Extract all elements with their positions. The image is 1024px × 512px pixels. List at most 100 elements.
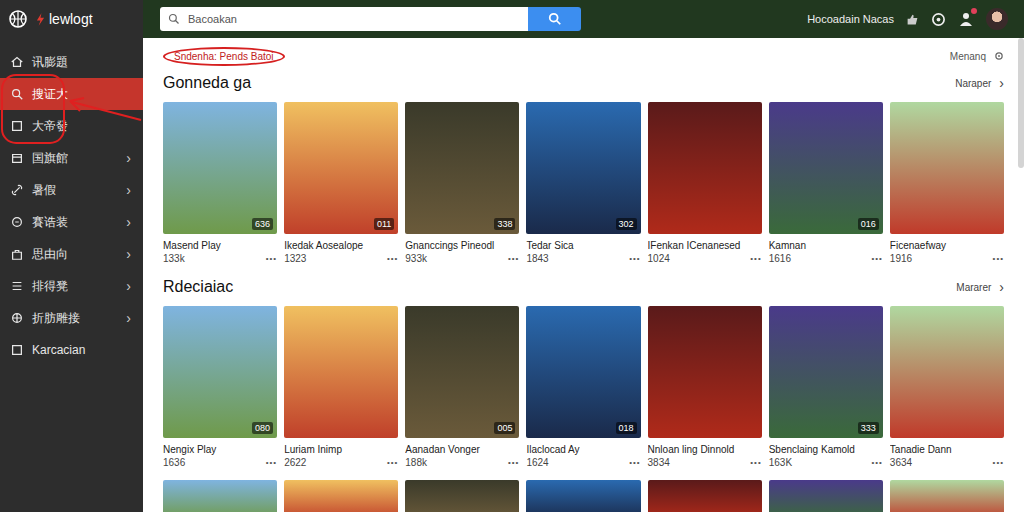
game-title: Gnanccings Pineodl <box>405 240 519 251</box>
menu-icon <box>10 87 24 101</box>
game-title: Nengix Play <box>163 444 277 455</box>
section-title: Rdeciaiac <box>163 278 233 296</box>
search-input[interactable]: Bacoakan <box>160 7 528 31</box>
game-title: Ficenaefway <box>890 240 1004 251</box>
search-button[interactable] <box>528 7 581 31</box>
sidebar-item[interactable]: 思由向 › <box>0 238 143 270</box>
count-badge: 005 <box>494 422 515 434</box>
game-cover[interactable] <box>526 480 640 512</box>
game-section: Rdeciaiac Mararer› 080 Nengix Play 1636 … <box>163 278 1004 468</box>
menu-icon[interactable]: ••• <box>387 458 398 467</box>
menu-icon[interactable]: ••• <box>871 458 882 467</box>
scrollbar[interactable] <box>1018 38 1024 168</box>
sidebar-item[interactable]: 賽诰装 › <box>0 206 143 238</box>
game-card[interactable]: 016 Kamnan 1616 ••• <box>769 102 883 264</box>
menu-icon[interactable]: ••• <box>629 458 640 467</box>
game-cover[interactable] <box>284 480 398 512</box>
app-window: lewlogt 讯膨題 搜证大 大帝發 国旗館 › 暑假 › 賽诰装 › 思由向… <box>0 0 1024 512</box>
game-title: Ikedak Aosealope <box>284 240 398 251</box>
filter-label[interactable]: Sndenha: Pends Batoi <box>163 47 285 66</box>
avatar[interactable] <box>986 8 1008 30</box>
game-card[interactable]: Ficenaefway 1916 ••• <box>890 102 1004 264</box>
game-title: IFenkan ICenanesed <box>648 240 762 251</box>
game-card[interactable]: 338 Gnanccings Pineodl 933k ••• <box>405 102 519 264</box>
gear-icon <box>994 51 1004 61</box>
game-title: Nnloan ling Dinnold <box>648 444 762 455</box>
sidebar-item[interactable]: 大帝發 <box>0 110 143 142</box>
menu-icon <box>10 215 24 229</box>
game-card[interactable]: 018 Ilaclocad Ay 1624 ••• <box>526 306 640 468</box>
count-badge: 333 <box>858 422 879 434</box>
menu-icon[interactable]: ••• <box>993 458 1004 467</box>
game-title: Aanadan Vonger <box>405 444 519 455</box>
search-bar: Bacoakan <box>160 7 581 31</box>
chevron-icon: › <box>126 150 131 166</box>
menu-icon[interactable]: ••• <box>629 254 640 263</box>
annotation-arrow-icon <box>0 38 143 198</box>
play-count: 3834 <box>648 457 670 468</box>
game-cover[interactable] <box>405 480 519 512</box>
game-cover <box>890 102 1004 234</box>
thumb-icon[interactable] <box>906 13 919 26</box>
game-title: Luriam Inimp <box>284 444 398 455</box>
manage-button[interactable]: Menanq <box>950 51 1004 62</box>
game-card[interactable]: Luriam Inimp 2622 ••• <box>284 306 398 468</box>
menu-icon[interactable]: ••• <box>750 254 761 263</box>
game-cover: 011 <box>284 102 398 234</box>
sidebar-item[interactable]: 暑假 › <box>0 174 143 206</box>
game-card[interactable]: 005 Aanadan Vonger 188k ••• <box>405 306 519 468</box>
sidebar-item[interactable]: 折肪雕接 › <box>0 302 143 334</box>
menu-icon[interactable]: ••• <box>508 254 519 263</box>
menu-icon <box>10 343 24 357</box>
menu-icon[interactable]: ••• <box>266 254 277 263</box>
game-card[interactable]: 011 Ikedak Aosealope 1323 ••• <box>284 102 398 264</box>
more-link[interactable]: Mararer› <box>956 279 1004 295</box>
play-count: 2622 <box>284 457 306 468</box>
bolt-icon <box>36 13 45 26</box>
game-title: Kamnan <box>769 240 883 251</box>
game-cover: 016 <box>769 102 883 234</box>
game-cover: 333 <box>769 306 883 438</box>
sidebar-item[interactable]: Karcacian <box>0 334 143 366</box>
game-cover <box>284 306 398 438</box>
sidebar-item[interactable]: 国旗館 › <box>0 142 143 174</box>
more-link[interactable]: Naraper› <box>955 75 1004 91</box>
logo[interactable]: lewlogt <box>0 0 143 38</box>
chevron-icon: › <box>126 246 131 262</box>
play-count: 163K <box>769 457 792 468</box>
count-badge: 018 <box>616 422 637 434</box>
game-card[interactable]: 302 Tedar Sica 1843 ••• <box>526 102 640 264</box>
play-count: 1624 <box>526 457 548 468</box>
play-count: 1843 <box>526 253 548 264</box>
menu-icon[interactable]: ••• <box>266 458 277 467</box>
sidebar-item[interactable]: 搜证大 <box>0 78 143 110</box>
game-card[interactable]: 636 Masend Play 133k ••• <box>163 102 277 264</box>
game-card[interactable]: Tanadie Dann 3634 ••• <box>890 306 1004 468</box>
menu-icon <box>10 151 24 165</box>
menu-icon[interactable]: ••• <box>871 254 882 263</box>
chevron-icon: › <box>126 278 131 294</box>
user-label[interactable]: Hocoadain Nacas <box>807 13 894 25</box>
game-card[interactable]: Nnloan ling Dinnold 3834 ••• <box>648 306 762 468</box>
game-cover[interactable] <box>163 480 277 512</box>
menu-icon[interactable]: ••• <box>750 458 761 467</box>
game-cover: 636 <box>163 102 277 234</box>
support-icon[interactable] <box>931 12 946 27</box>
game-card[interactable]: 080 Nengix Play 1636 ••• <box>163 306 277 468</box>
game-card[interactable]: 333 Sbenclaing Kamold 163K ••• <box>769 306 883 468</box>
play-count: 3634 <box>890 457 912 468</box>
game-cover[interactable] <box>648 480 762 512</box>
menu-icon <box>10 247 24 261</box>
sidebar-item[interactable]: 排得凳 › <box>0 270 143 302</box>
menu-icon[interactable]: ••• <box>387 254 398 263</box>
game-card[interactable]: IFenkan ICenanesed 1024 ••• <box>648 102 762 264</box>
game-cover[interactable] <box>769 480 883 512</box>
sidebar-item[interactable]: 讯膨題 <box>0 46 143 78</box>
chevron-icon: › <box>126 214 131 230</box>
menu-icon[interactable]: ••• <box>508 458 519 467</box>
section-title: Gonneda ga <box>163 74 251 92</box>
menu-icon[interactable]: ••• <box>993 254 1004 263</box>
play-count: 1616 <box>769 253 791 264</box>
notification-dot <box>971 8 977 14</box>
game-cover[interactable] <box>890 480 1004 512</box>
